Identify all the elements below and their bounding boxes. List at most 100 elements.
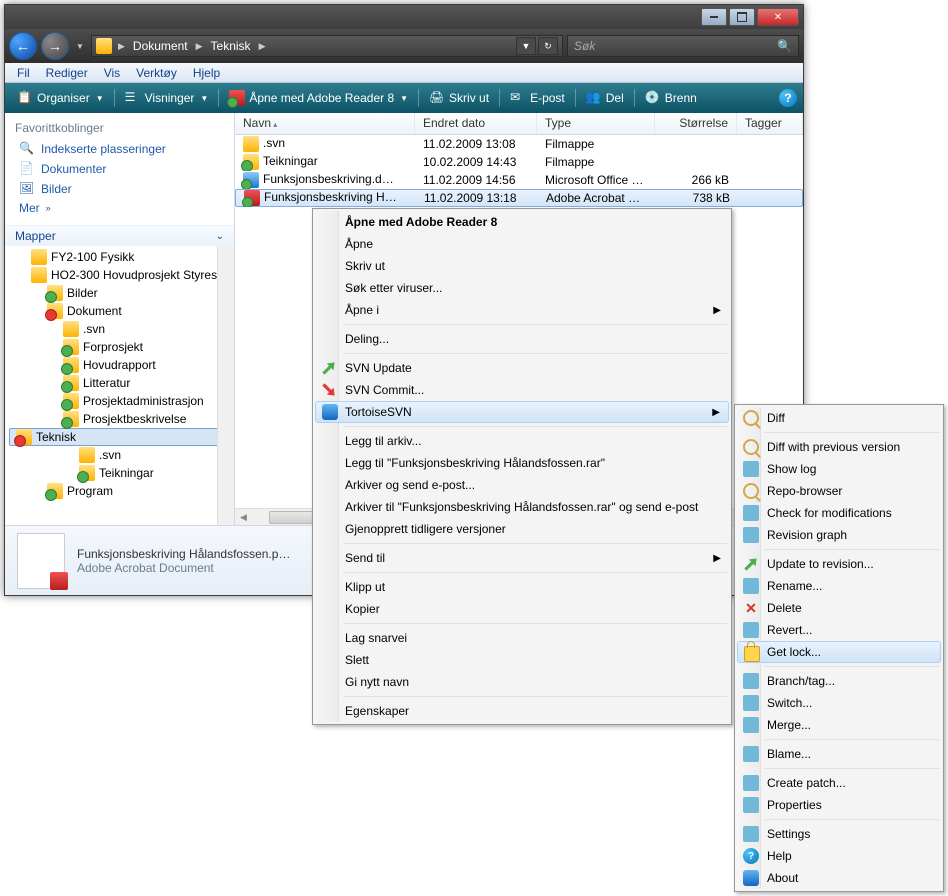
folder-icon bbox=[63, 375, 79, 391]
tree-item[interactable]: HO2-300 Hovudprosjekt Styres… bbox=[5, 266, 234, 284]
menu-item[interactable]: SVN Update bbox=[315, 357, 729, 379]
open-with-button[interactable]: Åpne med Adobe Reader 8▼ bbox=[223, 88, 414, 108]
file-row[interactable]: Teikningar10.02.2009 14:43Filmappe bbox=[235, 153, 803, 171]
views-button[interactable]: ☰Visninger▼ bbox=[119, 88, 215, 108]
menu-item[interactable]: Create patch... bbox=[737, 772, 941, 794]
menu-item[interactable]: Properties bbox=[737, 794, 941, 816]
menu-item[interactable]: SVN Commit... bbox=[315, 379, 729, 401]
print-button[interactable]: 🖨Skriv ut bbox=[423, 88, 495, 108]
menu-item[interactable]: Gjenopprett tidligere versjoner bbox=[315, 518, 729, 540]
menu-item[interactable]: Legg til "Funksjonsbeskriving Hålandsfos… bbox=[315, 452, 729, 474]
col-type[interactable]: Type bbox=[537, 113, 655, 134]
close-button[interactable]: ✕ bbox=[757, 8, 799, 26]
tree-item[interactable]: Teknisk bbox=[9, 428, 230, 446]
menu-fil[interactable]: Fil bbox=[9, 64, 38, 82]
file-date: 11.02.2009 14:56 bbox=[415, 172, 537, 188]
menu-item[interactable]: Update to revision... bbox=[737, 553, 941, 575]
menu-item[interactable]: Egenskaper bbox=[315, 700, 729, 722]
menu-item[interactable]: Check for modifications bbox=[737, 502, 941, 524]
menu-separator bbox=[765, 432, 939, 433]
menu-item[interactable]: ?Help bbox=[737, 845, 941, 867]
menu-item[interactable]: About bbox=[737, 867, 941, 889]
menu-item[interactable]: TortoiseSVN▶ bbox=[315, 401, 729, 423]
folders-header[interactable]: Mapper⌄ bbox=[5, 225, 234, 246]
nav-history-drop[interactable]: ▼ bbox=[73, 32, 87, 60]
menu-item[interactable]: Diff bbox=[737, 407, 941, 429]
menu-item[interactable]: Revert... bbox=[737, 619, 941, 641]
menu-item[interactable]: Åpne med Adobe Reader 8 bbox=[315, 211, 729, 233]
share-button[interactable]: 👥Del bbox=[580, 88, 630, 108]
menu-item[interactable]: Lag snarvei bbox=[315, 627, 729, 649]
breadcrumb-refresh[interactable]: ↻ bbox=[538, 37, 558, 55]
col-tags[interactable]: Tagger bbox=[737, 113, 803, 134]
forward-button[interactable]: → bbox=[41, 32, 69, 60]
menu-item[interactable]: Switch... bbox=[737, 692, 941, 714]
menu-item[interactable]: Merge... bbox=[737, 714, 941, 736]
maximize-button[interactable] bbox=[729, 8, 755, 26]
tree-item[interactable]: Teikningar bbox=[5, 464, 234, 482]
menu-item[interactable]: Arkiver til "Funksjonsbeskriving Hålands… bbox=[315, 496, 729, 518]
menu-item[interactable]: Repo-browser bbox=[737, 480, 941, 502]
tree-item[interactable]: .svn bbox=[5, 446, 234, 464]
col-size[interactable]: Størrelse bbox=[655, 113, 737, 134]
search-input[interactable]: Søk 🔍 bbox=[567, 35, 799, 57]
tree-item[interactable]: Dokument bbox=[5, 302, 234, 320]
crumb-teknisk[interactable]: Teknisk bbox=[205, 39, 257, 53]
menu-hjelp[interactable]: Hjelp bbox=[185, 64, 228, 82]
crumb-dokument[interactable]: Dokument bbox=[127, 39, 194, 53]
help-button[interactable]: ? bbox=[779, 89, 797, 107]
menu-label: Arkiver og send e-post... bbox=[345, 478, 475, 492]
file-row[interactable]: Funksjonsbeskriving.d…11.02.2009 14:56Mi… bbox=[235, 171, 803, 189]
minimize-button[interactable] bbox=[701, 8, 727, 26]
menu-item[interactable]: Kopier bbox=[315, 598, 729, 620]
tree-item[interactable]: Bilder bbox=[5, 284, 234, 302]
menu-item[interactable]: Åpne bbox=[315, 233, 729, 255]
menu-item[interactable]: Søk etter viruser... bbox=[315, 277, 729, 299]
menu-verktoy[interactable]: Verktøy bbox=[128, 64, 185, 82]
tree-item[interactable]: FY2-100 Fysikk bbox=[5, 248, 234, 266]
tree-item[interactable]: Litteratur bbox=[5, 374, 234, 392]
menu-item[interactable]: Deling... bbox=[315, 328, 729, 350]
menu-item[interactable]: Revision graph bbox=[737, 524, 941, 546]
tree-item[interactable]: Forprosjekt bbox=[5, 338, 234, 356]
menu-rediger[interactable]: Rediger bbox=[38, 64, 96, 82]
fav-indexed[interactable]: 🔍Indekserte plasseringer bbox=[15, 139, 224, 159]
menu-vis[interactable]: Vis bbox=[96, 64, 128, 82]
menu-item[interactable]: ✕Delete bbox=[737, 597, 941, 619]
menu-item[interactable]: Show log bbox=[737, 458, 941, 480]
file-row[interactable]: Funksjonsbeskriving H…11.02.2009 13:18Ad… bbox=[235, 189, 803, 207]
menu-item[interactable]: Settings bbox=[737, 823, 941, 845]
fav-more[interactable]: Mer » bbox=[15, 199, 224, 217]
menu-item[interactable]: Klipp ut bbox=[315, 576, 729, 598]
burn-button[interactable]: 💿Brenn bbox=[639, 88, 703, 108]
menu-item[interactable]: Branch/tag... bbox=[737, 670, 941, 692]
fav-pictures[interactable]: 🖼Bilder bbox=[15, 179, 224, 199]
menu-item[interactable]: Send til▶ bbox=[315, 547, 729, 569]
email-button[interactable]: ✉E-post bbox=[504, 88, 571, 108]
tree-item[interactable]: .svn bbox=[5, 320, 234, 338]
file-type: Microsoft Office … bbox=[537, 172, 655, 188]
menu-item[interactable]: Blame... bbox=[737, 743, 941, 765]
file-row[interactable]: .svn11.02.2009 13:08Filmappe bbox=[235, 135, 803, 153]
tree-item[interactable]: Hovudrapport bbox=[5, 356, 234, 374]
tree-item[interactable]: Prosjektadministrasjon bbox=[5, 392, 234, 410]
back-button[interactable]: ← bbox=[9, 32, 37, 60]
col-date[interactable]: Endret dato bbox=[415, 113, 537, 134]
fav-documents[interactable]: 📄Dokumenter bbox=[15, 159, 224, 179]
menu-item[interactable]: Diff with previous version bbox=[737, 436, 941, 458]
scrollbar-vertical[interactable] bbox=[217, 246, 234, 525]
menu-item[interactable]: Skriv ut bbox=[315, 255, 729, 277]
organize-button[interactable]: 📋Organiser▼ bbox=[11, 88, 110, 108]
menu-item[interactable]: Åpne i▶ bbox=[315, 299, 729, 321]
menu-item[interactable]: Get lock... bbox=[737, 641, 941, 663]
menu-item[interactable]: Rename... bbox=[737, 575, 941, 597]
col-name[interactable]: Navn bbox=[235, 113, 415, 134]
menu-item[interactable]: Slett bbox=[315, 649, 729, 671]
tree-item[interactable]: Prosjektbeskrivelse bbox=[5, 410, 234, 428]
breadcrumb[interactable]: ▶ Dokument ▶ Teknisk ▶ ▼ ↻ bbox=[91, 35, 563, 57]
menu-item[interactable]: Legg til arkiv... bbox=[315, 430, 729, 452]
tree-item[interactable]: Program bbox=[5, 482, 234, 500]
menu-item[interactable]: Gi nytt navn bbox=[315, 671, 729, 693]
breadcrumb-drop[interactable]: ▼ bbox=[516, 37, 536, 55]
menu-item[interactable]: Arkiver og send e-post... bbox=[315, 474, 729, 496]
